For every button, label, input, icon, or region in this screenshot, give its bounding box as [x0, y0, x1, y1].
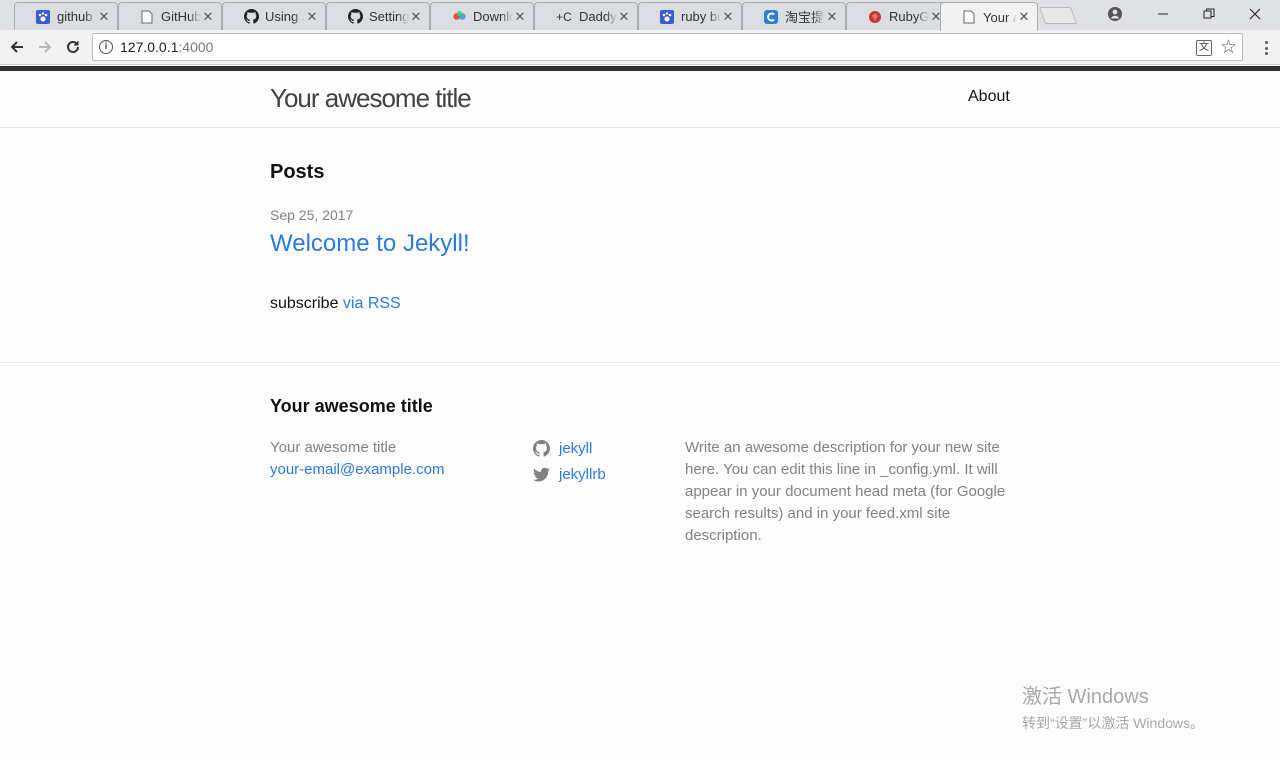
close-icon[interactable]: ✕	[825, 9, 839, 24]
twitter-username: jekyllrb	[559, 465, 606, 483]
url-port: :4000	[178, 39, 214, 55]
subscribe-text: subscribe	[270, 295, 343, 312]
page-icon	[961, 9, 977, 25]
tab-github-search[interactable]: github ✕	[14, 2, 118, 30]
tab-title: GitHub	[161, 9, 201, 24]
tab-github-page[interactable]: GitHub ✕	[118, 2, 222, 30]
translate-icon[interactable]: 文	[1196, 40, 1212, 56]
watermark-subtitle: 转到“设置”以激活 Windows。	[1022, 715, 1205, 731]
paw-icon	[35, 9, 51, 25]
tab-ruby-build[interactable]: ruby bu ✕	[638, 2, 742, 30]
watermark-title: 激活 Windows	[1022, 686, 1149, 708]
close-icon[interactable]: ✕	[617, 9, 631, 24]
tab-title: Your aw	[983, 9, 1017, 25]
url-host: 127.0.0.1	[120, 39, 179, 55]
plus-c-icon: +C	[556, 9, 572, 24]
ruby-icon	[867, 9, 883, 25]
tab-strip: github ✕ GitHub ✕ Using J ✕ Setting ✕ Do…	[0, 0, 1280, 31]
site-description: Write an awesome description for your ne…	[685, 439, 1006, 544]
post-date: Sep 25, 2017	[270, 207, 354, 223]
windows-activation-watermark: 激活 Windows 转到“设置”以激活 Windows。	[1022, 680, 1204, 733]
post-title-link[interactable]: Welcome to Jekyll!	[270, 230, 470, 258]
github-icon	[243, 9, 259, 25]
address-bar[interactable]: i 127.0.0.1:4000 文 ☆	[92, 33, 1243, 61]
new-tab-button[interactable]	[1038, 7, 1078, 24]
tab-title: RubyGe	[889, 9, 929, 24]
posts-heading: Posts	[270, 161, 325, 183]
paw-icon	[659, 9, 675, 25]
tab-rubygems[interactable]: RubyGe ✕	[846, 2, 950, 30]
github-link[interactable]: jekyll	[533, 437, 606, 459]
close-window-icon[interactable]	[1232, 0, 1278, 28]
browser-menu-icon[interactable]	[1260, 38, 1272, 58]
tab-title: 淘宝提	[785, 10, 825, 25]
site-header: Your awesome title About	[0, 71, 1280, 128]
footer-email-link[interactable]: your-email@example.com	[270, 459, 444, 481]
footer-site-name: Your awesome title	[270, 439, 397, 456]
bookmark-star-icon[interactable]: ☆	[1220, 36, 1237, 59]
profile-icon[interactable]	[1092, 0, 1138, 28]
close-icon[interactable]: ✕	[513, 9, 527, 24]
site-title-link[interactable]: Your awesome title	[270, 83, 472, 114]
close-icon[interactable]: ✕	[305, 9, 319, 24]
tab-title: Downlo	[473, 9, 513, 24]
footer-heading: Your awesome title	[270, 396, 433, 416]
close-icon[interactable]: ✕	[201, 9, 215, 24]
browser-toolbar: i 127.0.0.1:4000 文 ☆	[0, 30, 1280, 65]
tab-title: Setting	[369, 9, 409, 24]
twitter-icon	[533, 467, 550, 482]
back-icon[interactable]	[4, 35, 30, 59]
tab-settings[interactable]: Setting ✕	[326, 2, 430, 30]
subscribe-line: subscribe via RSS	[270, 295, 401, 313]
gear-color-icon	[451, 9, 467, 25]
close-icon[interactable]: ✕	[97, 9, 111, 24]
footer-social: jekyll jekyllrb	[533, 437, 606, 489]
minimize-icon[interactable]	[1140, 0, 1186, 28]
reload-icon[interactable]	[60, 35, 86, 59]
footer-contact: Your awesome title your-email@example.co…	[270, 437, 444, 481]
close-icon[interactable]: ✕	[721, 9, 735, 24]
tab-your-awesome-title[interactable]: Your aw ✕	[940, 2, 1038, 31]
close-icon[interactable]: ✕	[409, 9, 423, 24]
twitter-link[interactable]: jekyllrb	[533, 463, 606, 485]
restore-icon[interactable]	[1186, 0, 1232, 28]
github-username: jekyll	[559, 439, 593, 457]
tab-daddy[interactable]: +C Daddy ✕	[534, 2, 638, 30]
github-icon	[533, 439, 550, 457]
tab-download[interactable]: Downlo ✕	[430, 2, 534, 30]
tab-taobao[interactable]: 淘宝提 ✕	[742, 2, 846, 30]
url-text[interactable]: 127.0.0.1:4000	[120, 39, 213, 55]
nav-about-link[interactable]: About	[968, 88, 1010, 106]
tab-title: Daddy	[579, 9, 617, 24]
github-icon	[347, 9, 363, 25]
info-icon[interactable]: i	[99, 40, 113, 54]
tab-title: ruby bu	[681, 9, 721, 24]
rss-link[interactable]: via RSS	[343, 295, 401, 312]
close-icon[interactable]: ✕	[1017, 10, 1031, 24]
forward-icon[interactable]	[32, 35, 58, 59]
tab-using-jekyll[interactable]: Using J ✕	[222, 2, 326, 30]
tab-title: Using J	[265, 9, 305, 24]
c-icon	[763, 9, 779, 25]
tab-title: github	[57, 9, 93, 24]
page-icon	[139, 9, 155, 25]
